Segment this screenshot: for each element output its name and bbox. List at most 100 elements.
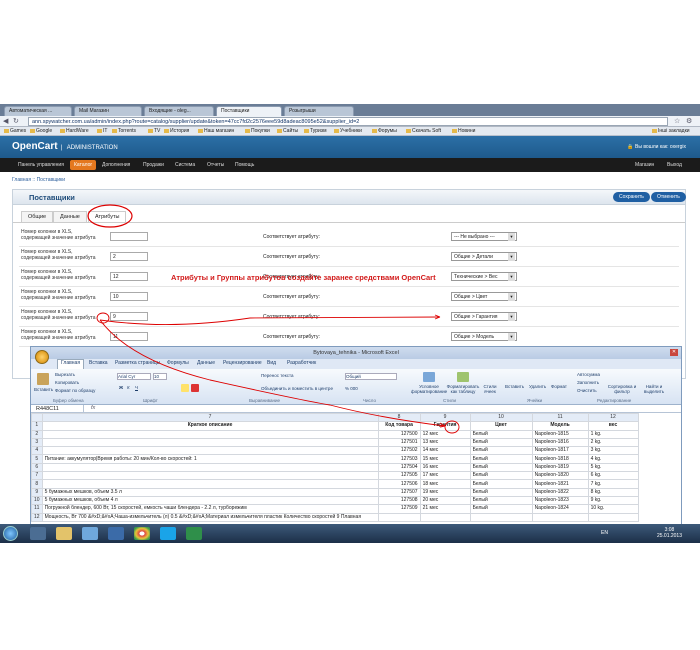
browser-tab[interactable]: Автоматическая ...	[4, 106, 72, 116]
function-icon[interactable]: fx	[91, 405, 95, 411]
column-header[interactable]: 7	[41, 413, 379, 423]
save-icon[interactable]	[108, 527, 124, 540]
cell[interactable]: Белый	[469, 495, 533, 506]
bookmark-folder[interactable]: Форумы	[372, 128, 397, 134]
cell[interactable]: 14 мес	[419, 446, 471, 456]
column-header[interactable]: 8	[377, 413, 421, 423]
ribbon-tab-insert[interactable]: Вставка	[89, 360, 108, 366]
cell[interactable]: Napoleon-1817	[531, 446, 589, 456]
cell[interactable]: 9 kg.	[587, 495, 639, 506]
fill-color-icon[interactable]	[181, 384, 189, 392]
header-cell[interactable]: Модель	[531, 421, 589, 431]
corner-cell[interactable]	[31, 413, 43, 423]
cell[interactable]: Napoleon-1821	[531, 479, 589, 489]
tab-data[interactable]: Данные	[53, 211, 87, 222]
cell[interactable]: 127502	[377, 446, 421, 456]
cell[interactable]: 6 kg.	[587, 471, 639, 481]
row-number[interactable]: 5	[31, 454, 43, 464]
cell[interactable]: Белый	[469, 454, 533, 464]
breadcrumb[interactable]: Главная :: Поставщики	[12, 177, 65, 183]
bookmark-folder[interactable]: Учебники	[334, 128, 362, 134]
cell[interactable]: 21 мес	[419, 504, 471, 514]
insert-cells-button[interactable]: Вставить	[505, 384, 524, 389]
menu-item-reports[interactable]: Отчеты	[207, 162, 224, 168]
save-button[interactable]: Сохранить	[613, 192, 650, 202]
cell[interactable]: Napoleon-1824	[531, 504, 589, 514]
conditional-format-button[interactable]: Условное форматирование	[411, 384, 447, 394]
browser-tab[interactable]: Розыгрыши	[284, 106, 354, 116]
wrap-text-button[interactable]: Перенос текста	[261, 373, 294, 378]
cell[interactable]: Белый	[469, 429, 533, 439]
paste-button[interactable]: Вставить	[34, 387, 53, 392]
row-number[interactable]: 9	[31, 487, 43, 497]
cell[interactable]: 127504	[377, 462, 421, 473]
cell[interactable]: 17 мес	[419, 471, 471, 481]
row-number[interactable]: 3	[31, 437, 43, 448]
currency-icon[interactable]: % 000	[345, 386, 358, 391]
cell[interactable]: 127503	[377, 454, 421, 464]
ribbon-tab-data[interactable]: Данные	[197, 360, 215, 366]
cell[interactable]: Napoleon-1816	[531, 437, 589, 448]
format-as-table-button[interactable]: Форматировать как таблицу	[445, 384, 481, 394]
column-input[interactable]: 11	[110, 332, 148, 341]
row-number[interactable]: 11	[31, 504, 43, 514]
number-format-select[interactable]: Общий	[345, 373, 397, 380]
row-number[interactable]: 7	[31, 471, 43, 481]
cell[interactable]: Мощность, Вт 700 &#xD;&#xA;Чаша-измельчи…	[41, 512, 379, 522]
attribute-select[interactable]: Общие > Детали	[451, 252, 517, 261]
column-input[interactable]: 9	[110, 312, 148, 321]
format-as-table-icon[interactable]	[457, 372, 469, 382]
cell[interactable]: 12 мес	[419, 429, 471, 439]
font-size-select[interactable]: 10	[153, 373, 167, 380]
cell[interactable]	[377, 512, 421, 522]
column-input[interactable]	[110, 232, 148, 241]
folder-icon[interactable]	[56, 527, 72, 540]
menu-item-sales[interactable]: Продажи	[143, 162, 164, 168]
ribbon-tab-formulas[interactable]: Формулы	[167, 360, 189, 366]
cell[interactable]: Погружной блендер, 600 Вт, 15 скоростей,…	[41, 504, 379, 514]
attribute-select[interactable]: Общие > Гарантия	[451, 312, 517, 321]
menu-item-catalog[interactable]: Каталог	[70, 160, 97, 170]
cell[interactable]: 10 kg.	[587, 504, 639, 514]
star-icon[interactable]: ☆	[674, 117, 680, 125]
copy-button[interactable]: Копировать	[55, 380, 79, 385]
autosum-button[interactable]: Автосумма	[577, 372, 600, 377]
cell[interactable]: Питание: аккумулятор|Время работы: 20 ми…	[41, 454, 379, 464]
browser-tab[interactable]: Mail Магазин	[74, 106, 142, 116]
ribbon-tab-layout[interactable]: Разметка страницы	[115, 360, 160, 366]
header-cell[interactable]: Код товара	[377, 421, 421, 431]
cell[interactable]: 7 kg.	[587, 479, 639, 489]
cell[interactable]: 127505	[377, 471, 421, 481]
spreadsheet-grid[interactable]: 7 8 9 10 11 12 1 Краткое описание Код то…	[31, 413, 681, 525]
cell[interactable]: Белый	[469, 487, 533, 497]
column-header[interactable]: 9	[419, 413, 471, 423]
reload-icon[interactable]: ↻	[13, 117, 19, 125]
row-number[interactable]: 2	[31, 429, 43, 439]
cell[interactable]	[41, 462, 379, 473]
cell[interactable]	[41, 429, 379, 439]
bookmark-folder[interactable]: IT	[97, 128, 107, 134]
bookmark-folder[interactable]: Games	[4, 128, 26, 134]
cell[interactable]: 127508	[377, 495, 421, 506]
browser-tab-active[interactable]: Поставщики	[216, 106, 282, 116]
wrench-icon[interactable]: ⚙	[686, 117, 692, 125]
font-color-icon[interactable]	[191, 384, 199, 392]
column-input[interactable]: 2	[110, 252, 148, 261]
cell[interactable]: 2 kg.	[587, 437, 639, 448]
cell[interactable]: Белый	[469, 446, 533, 456]
other-bookmarks[interactable]: Інші закладки	[652, 128, 690, 134]
back-icon[interactable]: ◀	[3, 117, 8, 125]
ribbon-tab-developer[interactable]: Разработчик	[287, 360, 316, 366]
cell[interactable]	[41, 437, 379, 448]
font-select[interactable]: Arial Cyr	[117, 373, 151, 380]
bookmark-folder[interactable]: HardWare	[60, 128, 89, 134]
start-button-icon[interactable]	[3, 526, 18, 541]
cut-button[interactable]: Вырезать	[55, 372, 75, 377]
cancel-button[interactable]: Отменить	[651, 192, 686, 202]
bookmark-folder[interactable]: Наш магазин	[198, 128, 234, 134]
cell[interactable]: 5 бумажных мешков, объем 3.5 л	[41, 487, 379, 497]
cell[interactable]	[41, 479, 379, 489]
cell[interactable]: Белый	[469, 471, 533, 481]
sort-filter-button[interactable]: Сортировка и фильтр	[607, 384, 637, 394]
delete-cells-button[interactable]: Удалить	[529, 384, 546, 389]
